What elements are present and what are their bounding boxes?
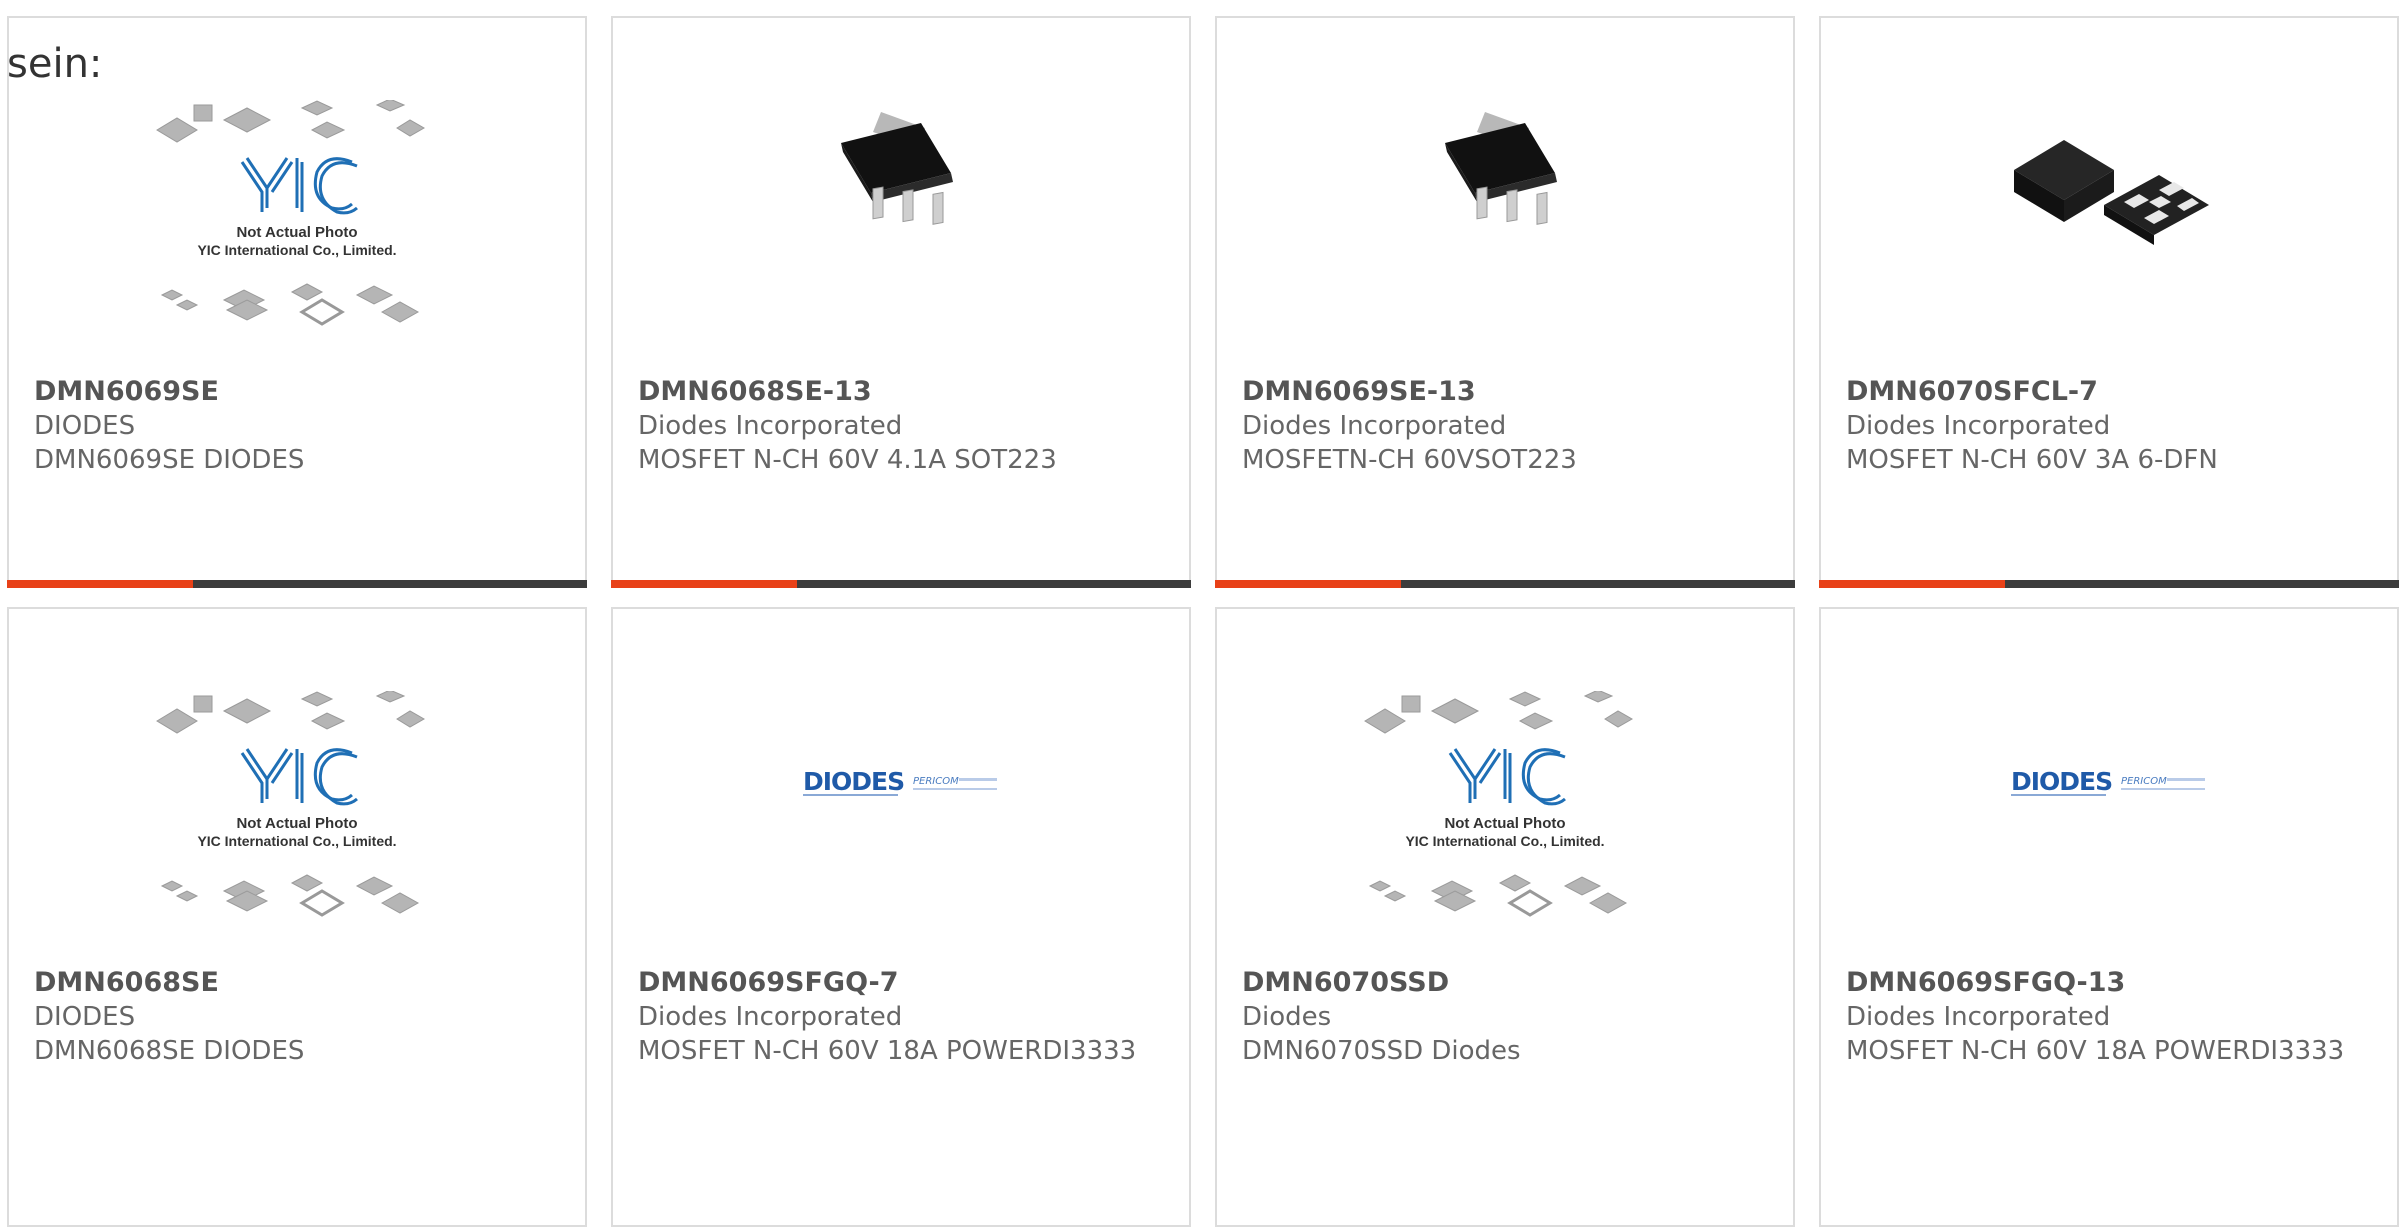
product-manufacturer: Diodes Incorporated	[1846, 411, 2111, 441]
brand-subtitle: PERICOM	[2121, 776, 2167, 787]
product-manufacturer: Diodes Incorporated	[638, 411, 903, 441]
placeholder-line2: YIC International Co., Limited.	[197, 833, 396, 849]
product-card[interactable]: DMN6069SE-13 Diodes Incorporated MOSFETN…	[1215, 16, 1795, 588]
product-image[interactable]: DIODES PERICOM	[613, 609, 1189, 939]
product-description: MOSFET N-CH 60V 18A POWERDI3333	[638, 1036, 1137, 1066]
card-bar-accent	[1819, 580, 2005, 588]
product-part-number[interactable]: DMN6068SE-13	[638, 375, 1179, 409]
dfn-chip-graphic	[2014, 140, 2209, 245]
sot223-chip-graphic	[1445, 112, 1557, 225]
product-part-number[interactable]: DMN6069SFGQ-7	[638, 966, 1179, 1000]
not-actual-photo-graphic: Not Actual Photo YIC International Co., …	[156, 691, 426, 917]
placeholder-line1: Not Actual Photo	[236, 815, 357, 832]
placeholder-line1: Not Actual Photo	[1444, 815, 1565, 832]
product-image[interactable]	[613, 18, 1189, 348]
product-part-number[interactable]: DMN6070SFCL-7	[1846, 375, 2387, 409]
product-manufacturer: Diodes Incorporated	[1846, 1002, 2111, 1032]
placeholder-line1: Not Actual Photo	[236, 224, 357, 241]
intro-text: sein:	[7, 41, 103, 87]
brand-name: DIODES	[2011, 767, 2112, 796]
diodes-brand-logo-graphic: DIODES PERICOM	[803, 767, 997, 796]
product-card[interactable]: DIODES PERICOM DMN6069SFGQ-13 Diodes Inc…	[1819, 607, 2399, 1227]
product-card[interactable]: DMN6070SFCL-7 Diodes Incorporated MOSFET…	[1819, 16, 2399, 588]
card-bar-accent	[1215, 580, 1401, 588]
product-part-number[interactable]: DMN6068SE	[34, 966, 575, 1000]
card-bottom-bar	[7, 580, 587, 588]
brand-subtitle: PERICOM	[913, 776, 959, 787]
product-description: MOSFETN-CH 60VSOT223	[1242, 445, 1577, 475]
product-description: MOSFET N-CH 60V 3A 6-DFN	[1846, 445, 2218, 475]
not-actual-photo-graphic: Not Actual Photo YIC International Co., …	[1364, 691, 1634, 917]
product-part-number[interactable]: DMN6069SE	[34, 375, 575, 409]
product-description: DMN6068SE DIODES	[34, 1036, 305, 1066]
product-part-number[interactable]: DMN6069SE-13	[1242, 375, 1783, 409]
placeholder-line2: YIC International Co., Limited.	[1405, 833, 1604, 849]
sot223-chip-graphic	[841, 112, 953, 225]
product-description: DMN6070SSD Diodes	[1242, 1036, 1521, 1066]
diodes-brand-logo-graphic: DIODES PERICOM	[2011, 767, 2205, 796]
placeholder-line2: YIC International Co., Limited.	[197, 242, 396, 258]
product-image[interactable]: DIODES PERICOM	[1821, 609, 2397, 939]
card-bar-accent	[7, 580, 193, 588]
product-image[interactable]: Not Actual Photo YIC International Co., …	[9, 609, 585, 939]
product-card[interactable]: Not Actual Photo YIC International Co., …	[7, 607, 587, 1227]
brand-name: DIODES	[803, 767, 904, 796]
product-card[interactable]: DIODES PERICOM DMN6069SFGQ-7 Diodes Inco…	[611, 607, 1191, 1227]
product-manufacturer: Diodes Incorporated	[638, 1002, 903, 1032]
product-image[interactable]: Not Actual Photo YIC International Co., …	[1217, 609, 1793, 939]
product-card[interactable]: DMN6068SE-13 Diodes Incorporated MOSFET …	[611, 16, 1191, 588]
product-part-number[interactable]: DMN6069SFGQ-13	[1846, 966, 2387, 1000]
product-manufacturer: DIODES	[34, 411, 136, 441]
product-card[interactable]: Not Actual Photo YIC International Co., …	[1215, 607, 1795, 1227]
card-bottom-bar	[1819, 580, 2399, 588]
product-part-number[interactable]: DMN6070SSD	[1242, 966, 1783, 1000]
product-card[interactable]: Not Actual Photo YIC International Co., …	[7, 16, 587, 588]
product-image[interactable]	[1217, 18, 1793, 348]
product-manufacturer: Diodes Incorporated	[1242, 411, 1507, 441]
product-description: MOSFET N-CH 60V 4.1A SOT223	[638, 445, 1057, 475]
product-image[interactable]	[1821, 18, 2397, 348]
not-actual-photo-graphic: Not Actual Photo YIC International Co., …	[156, 100, 426, 326]
product-manufacturer: Diodes	[1242, 1002, 1332, 1032]
card-bottom-bar	[611, 580, 1191, 588]
product-manufacturer: DIODES	[34, 1002, 136, 1032]
product-description: DMN6069SE DIODES	[34, 445, 305, 475]
card-bottom-bar	[1215, 580, 1795, 588]
product-description: MOSFET N-CH 60V 18A POWERDI3333	[1846, 1036, 2345, 1066]
card-bar-accent	[611, 580, 797, 588]
